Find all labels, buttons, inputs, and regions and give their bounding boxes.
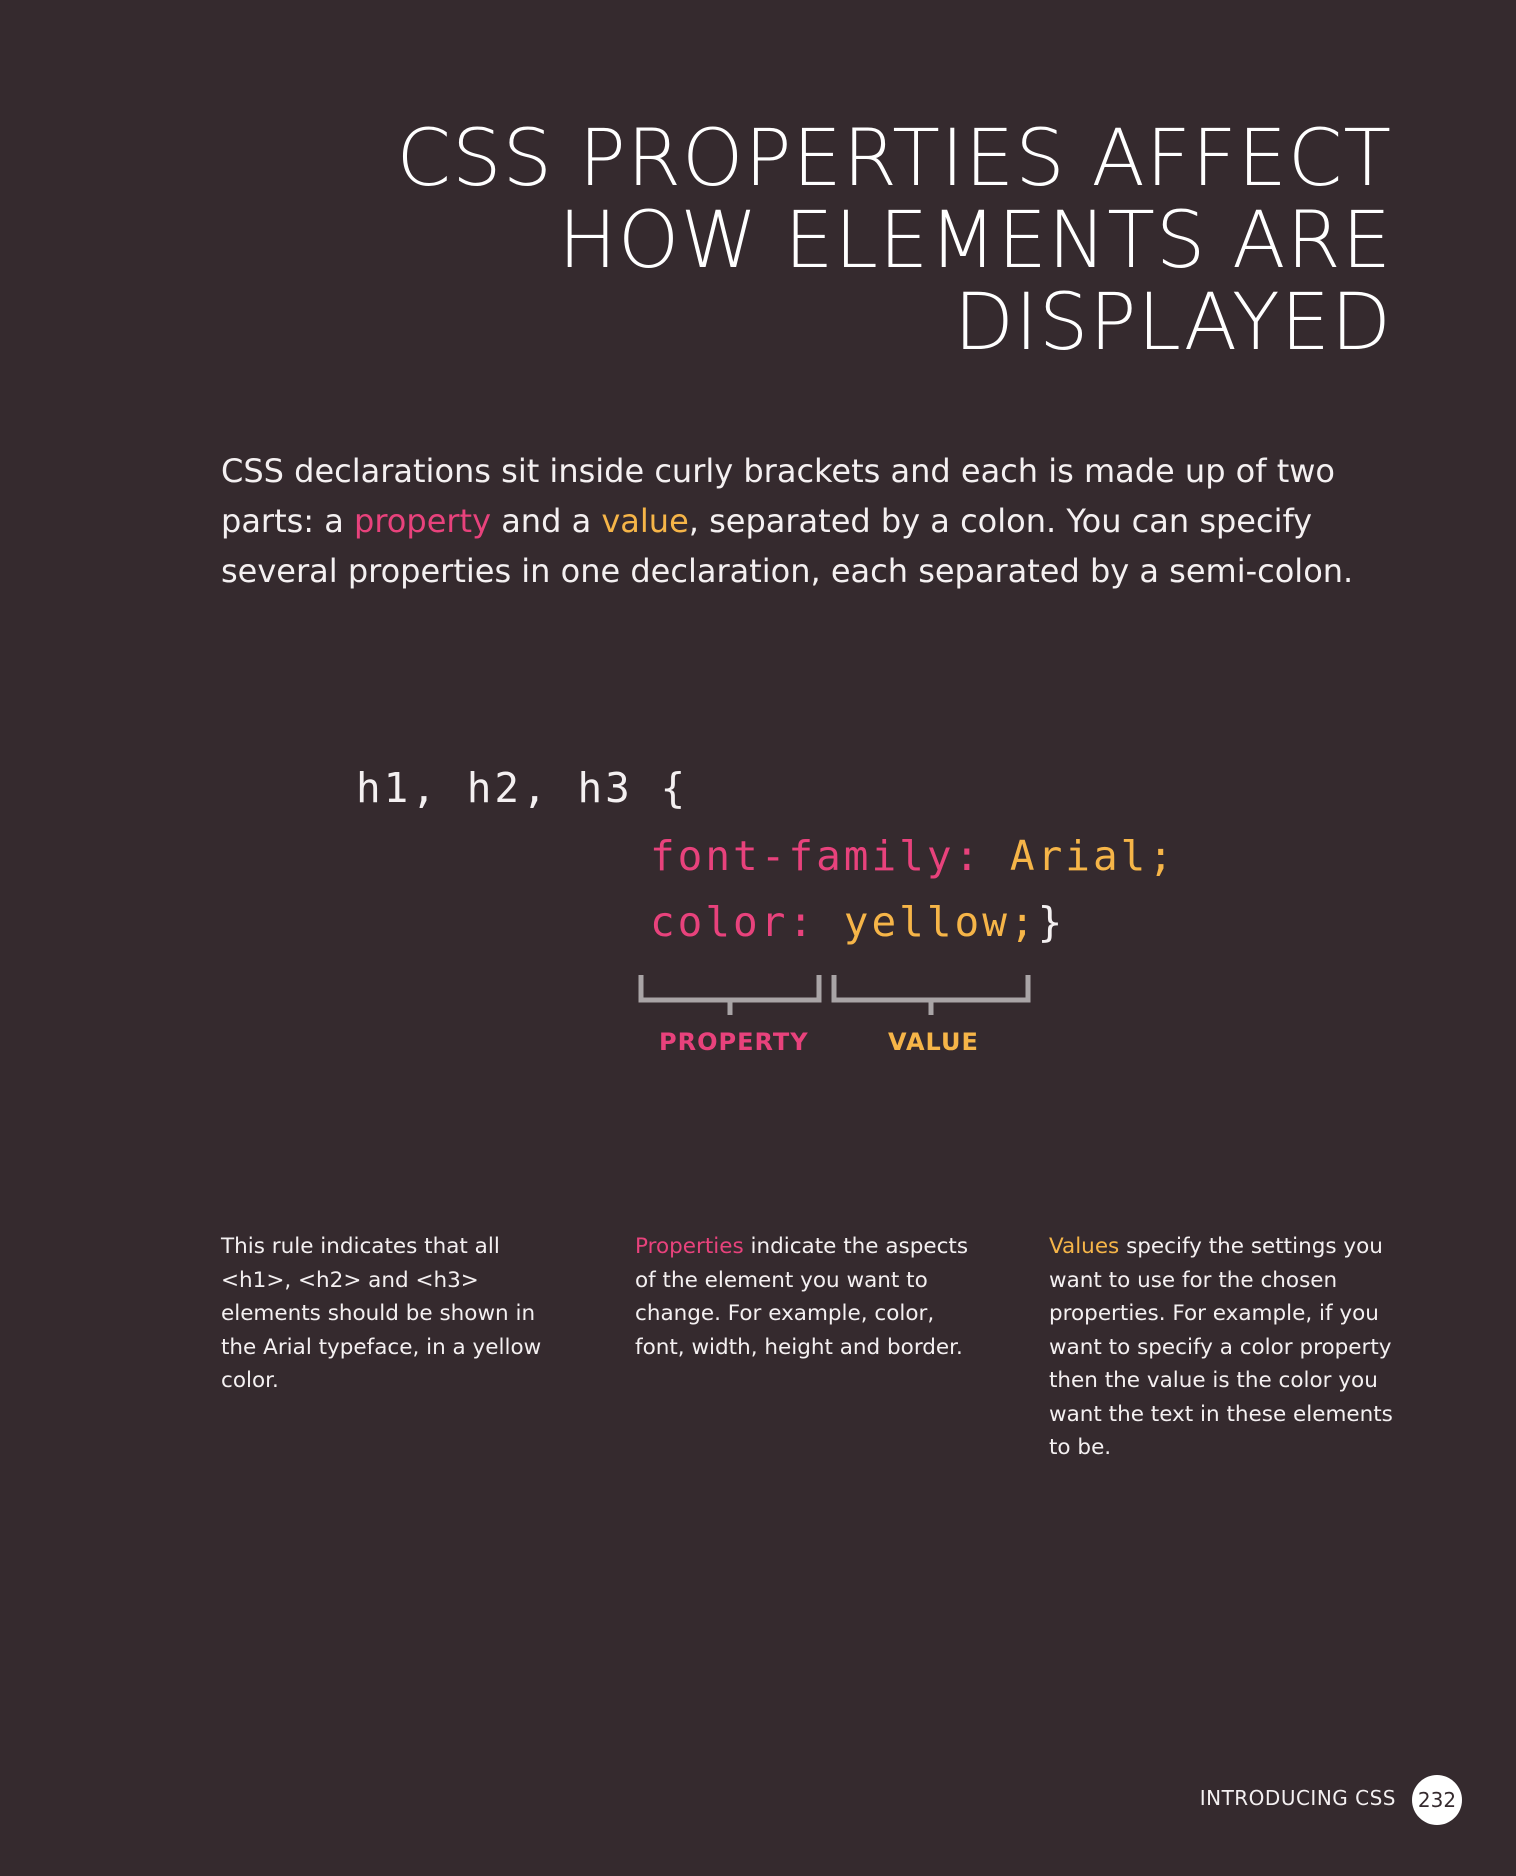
- values-text: specify the settings you want to use for…: [1049, 1234, 1393, 1460]
- code-line-font-family: font-family: Arial;: [650, 832, 1176, 880]
- code-property-font-family: font-family:: [650, 832, 983, 880]
- code-line-color: color: yellow;}: [650, 898, 1065, 946]
- value-bracket: [831, 975, 1031, 1015]
- code-property-color: color:: [650, 898, 817, 946]
- page-title: CSS PROPERTIES AFFECT HOW ELEMENTS ARE D…: [192, 118, 1392, 364]
- values-highlight: Values: [1049, 1234, 1120, 1259]
- properties-description: Properties indicate the aspects of the e…: [635, 1230, 980, 1364]
- intro-property-word: property: [354, 502, 492, 540]
- code-selector: h1, h2, h3 {: [356, 764, 689, 812]
- title-line-1: CSS PROPERTIES AFFECT: [396, 114, 1392, 204]
- intro-paragraph: CSS declarations sit inside curly bracke…: [221, 446, 1381, 596]
- intro-value-word: value: [601, 502, 689, 540]
- value-label: VALUE: [888, 1028, 979, 1056]
- code-value-yellow: yellow;: [816, 898, 1038, 946]
- title-line-2: HOW ELEMENTS ARE: [558, 196, 1392, 286]
- code-closing-brace: }: [1037, 898, 1066, 946]
- title-line-3: DISPLAYED: [953, 278, 1392, 368]
- property-label: PROPERTY: [659, 1028, 809, 1056]
- code-value-arial: Arial;: [982, 832, 1177, 880]
- section-label: INTRODUCING CSS: [1199, 1786, 1396, 1810]
- properties-highlight: Properties: [635, 1234, 744, 1259]
- values-description: Values specify the settings you want to …: [1049, 1230, 1394, 1465]
- property-bracket: [638, 975, 822, 1015]
- page-number: 232: [1412, 1775, 1462, 1825]
- bracket-diagram: [638, 975, 1031, 1015]
- rule-description: This rule indicates that all <h1>, <h2> …: [221, 1234, 542, 1393]
- intro-text-2: and a: [491, 502, 602, 540]
